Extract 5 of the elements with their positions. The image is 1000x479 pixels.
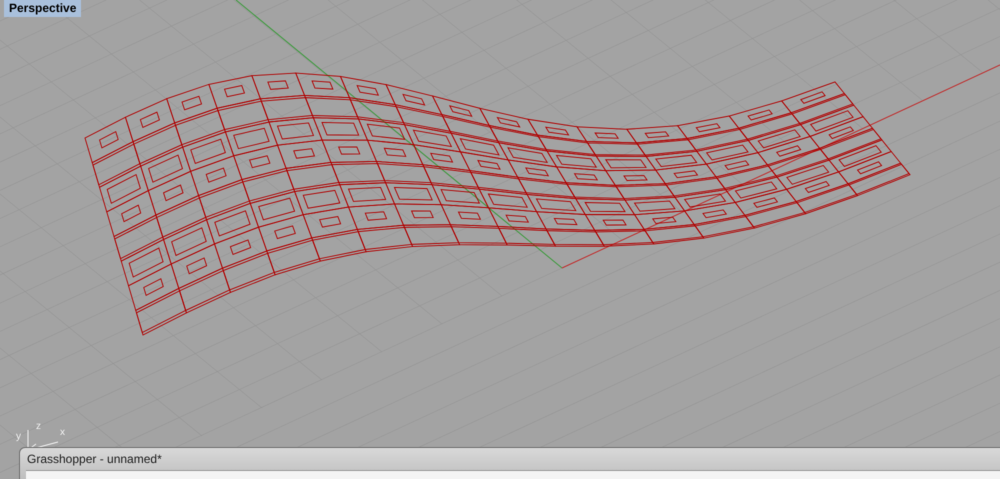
window-title: Grasshopper - unnamed* (27, 451, 162, 468)
axis-label: z (36, 422, 41, 432)
axis-label: y (16, 432, 21, 442)
viewport-label[interactable]: Perspective (4, 0, 82, 17)
axis-label: x (60, 428, 65, 438)
